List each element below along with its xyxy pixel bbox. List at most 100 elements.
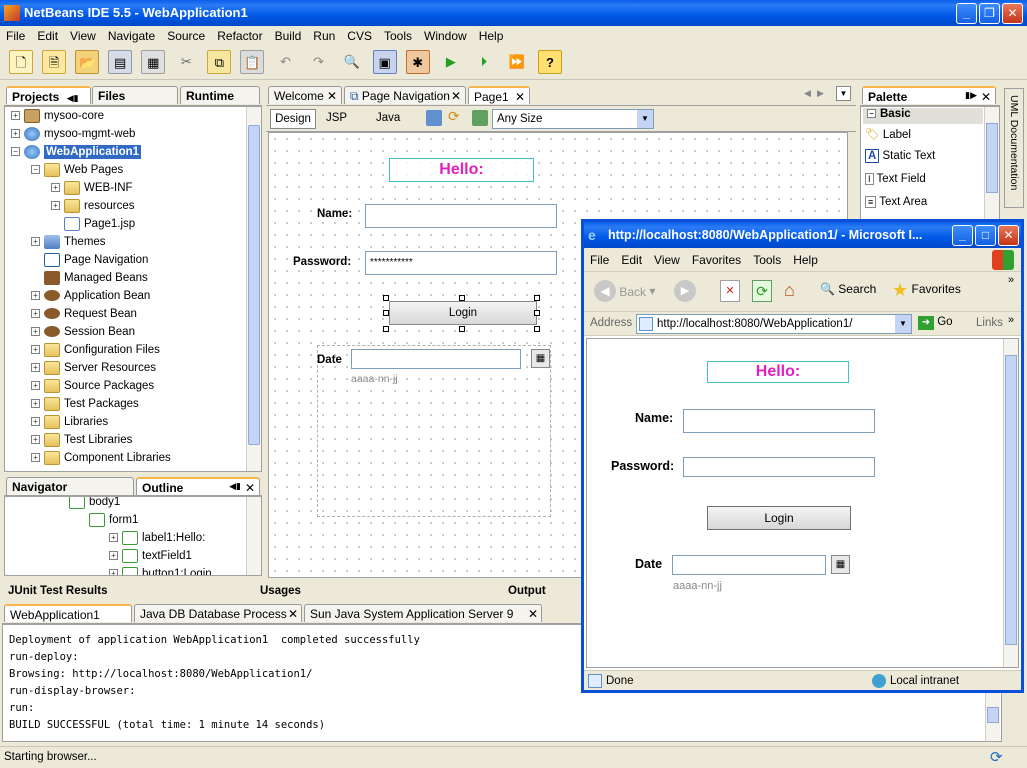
close-tab-icon[interactable]: ✕	[288, 607, 298, 621]
menu-edit[interactable]: Edit	[31, 26, 64, 46]
tree-item[interactable]: + Request Bean	[31, 305, 137, 323]
undo-icon[interactable]: ↶	[274, 50, 298, 74]
chevron-down-icon[interactable]: ▼	[895, 315, 911, 333]
favorites-button[interactable]: ★ Favorites	[892, 280, 961, 301]
password-input[interactable]: ***********	[365, 251, 557, 275]
resize-handle[interactable]	[383, 326, 389, 332]
resize-handle[interactable]	[459, 295, 465, 301]
forward-button[interactable]: ▶	[674, 280, 696, 302]
expand-toggle-icon[interactable]: +	[31, 417, 40, 427]
menu-help[interactable]: Help	[473, 26, 510, 46]
refresh-status-icon[interactable]: ⟳	[990, 748, 1003, 766]
build-icon[interactable]: ▣	[372, 50, 397, 74]
tab-navigator[interactable]: Navigator	[6, 477, 134, 495]
palette-item-static-text[interactable]: A Static Text	[865, 149, 935, 163]
outline-item[interactable]: form1	[89, 511, 138, 529]
browser-minimize-button[interactable]: _	[952, 225, 973, 246]
minimize-panel-icon[interactable]: ▮▶	[965, 90, 977, 101]
address-input[interactable]: http://localhost:8080/WebApplication1/ ▼	[636, 314, 912, 334]
preview-icon[interactable]	[426, 110, 442, 126]
expand-toggle-icon[interactable]: +	[11, 111, 20, 121]
expand-toggle-icon[interactable]: +	[31, 345, 40, 355]
page-login-button[interactable]: Login	[707, 506, 851, 530]
back-button[interactable]: ◀ Back ▾	[594, 280, 655, 302]
tab-runtime[interactable]: Runtime	[180, 86, 260, 104]
tab-welcome[interactable]: Welcome ✕	[268, 86, 342, 104]
tab-palette[interactable]: Palette ▮▶ ✕	[862, 86, 996, 104]
menu-refactor[interactable]: Refactor	[211, 26, 268, 46]
browser-menu-file[interactable]: File	[584, 250, 615, 270]
uml-documentation-tab[interactable]: UML Documentation	[1004, 88, 1024, 208]
refresh-icon[interactable]: ⟳	[752, 280, 772, 302]
menu-run[interactable]: Run	[307, 26, 341, 46]
tab-java-db-process[interactable]: Java DB Database Process ✕	[134, 604, 302, 622]
browser-scrollbar[interactable]	[1003, 339, 1018, 667]
stop-icon[interactable]: ✕	[720, 280, 740, 302]
help-icon[interactable]: ?	[538, 50, 562, 74]
scroll-tabs-right-icon[interactable]: ▶	[817, 88, 824, 99]
tab-sun-app-server[interactable]: Sun Java System Application Server 9 ✕	[304, 604, 542, 622]
name-input[interactable]	[365, 204, 557, 228]
menu-file[interactable]: File	[0, 26, 31, 46]
tree-item[interactable]: + Test Packages	[31, 395, 139, 413]
close-tab-icon[interactable]: ✕	[245, 481, 255, 495]
resize-handle[interactable]	[534, 310, 540, 316]
palette-item-text-field[interactable]: I Text Field	[865, 173, 926, 185]
login-button-design[interactable]: Login	[389, 301, 537, 325]
refresh-icon[interactable]: ⟳	[448, 108, 460, 125]
outline-item[interactable]: + button1:Login	[109, 565, 212, 575]
close-tab-icon[interactable]: ✕	[515, 90, 525, 104]
expand-toggle-icon[interactable]: +	[51, 201, 60, 211]
search-button[interactable]: 🔍 Search	[820, 282, 876, 296]
paste-icon[interactable]: 📋	[240, 50, 265, 74]
expand-toggle-icon[interactable]: +	[31, 435, 40, 445]
tab-usages[interactable]: Usages	[260, 585, 301, 597]
expand-toggle-icon[interactable]: +	[31, 237, 40, 247]
browser-menu-view[interactable]: View	[648, 250, 686, 270]
tree-item[interactable]: + Test Libraries	[31, 431, 132, 449]
expand-toggle-icon[interactable]: +	[31, 363, 40, 373]
minimize-panel-icon[interactable]: ◀▮	[229, 481, 241, 492]
menu-window[interactable]: Window	[418, 26, 473, 46]
tree-item[interactable]: + Configuration Files	[31, 341, 160, 359]
browser-menu-help[interactable]: Help	[787, 250, 824, 270]
outline-item[interactable]: + label1:Hello:	[109, 529, 205, 547]
run-icon[interactable]: ▶	[439, 50, 463, 74]
expand-toggle-icon[interactable]: −	[31, 165, 40, 175]
palette-section-basic[interactable]: − Basic	[863, 108, 983, 124]
expand-toggle-icon[interactable]: −	[11, 147, 20, 157]
copy-icon[interactable]: ⧉	[207, 50, 232, 74]
palette-item-label[interactable]: 🏷 Label	[865, 127, 911, 141]
expand-toggle-icon[interactable]: +	[31, 327, 40, 337]
tree-item[interactable]: + WEB-INF	[51, 179, 133, 197]
close-tab-icon[interactable]: ✕	[327, 89, 337, 103]
tree-item[interactable]: + mysoo-mgmt-web	[11, 125, 135, 143]
tab-junit-results[interactable]: JUnit Test Results	[8, 585, 107, 597]
menu-source[interactable]: Source	[161, 26, 211, 46]
expand-toggle-icon[interactable]: +	[31, 291, 40, 301]
page-password-input[interactable]	[683, 457, 875, 477]
tab-output[interactable]: Output	[508, 585, 546, 597]
tab-files[interactable]: Files	[92, 86, 178, 104]
scroll-tabs-left-icon[interactable]: ◀	[804, 88, 811, 99]
save-icon[interactable]: ▦	[141, 50, 166, 74]
tree-item[interactable]: + Component Libraries	[31, 449, 171, 467]
expand-toggle-icon[interactable]: +	[31, 453, 40, 463]
menu-view[interactable]: View	[64, 26, 102, 46]
tree-item[interactable]: + Source Packages	[31, 377, 154, 395]
close-button[interactable]: ✕	[1002, 3, 1023, 24]
resize-handle[interactable]	[383, 295, 389, 301]
project-tree-scrollbar[interactable]	[246, 107, 261, 471]
outline-item[interactable]: body1	[69, 497, 120, 511]
calendar-icon[interactable]: ▦	[531, 349, 550, 368]
tree-item[interactable]: +Page Navigation	[31, 251, 148, 269]
editor-tab-list-icon[interactable]: ▼	[836, 86, 851, 101]
outline-scrollbar[interactable]	[246, 497, 261, 575]
tree-item[interactable]: + Themes	[31, 233, 106, 251]
menu-navigate[interactable]: Navigate	[102, 26, 161, 46]
hello-label[interactable]: Hello:	[389, 158, 534, 182]
expand-toggle-icon[interactable]: +	[11, 129, 20, 139]
expand-toggle-icon[interactable]: +	[109, 533, 118, 543]
menu-tools[interactable]: Tools	[378, 26, 418, 46]
open-project-icon[interactable]: 📂	[75, 50, 100, 74]
